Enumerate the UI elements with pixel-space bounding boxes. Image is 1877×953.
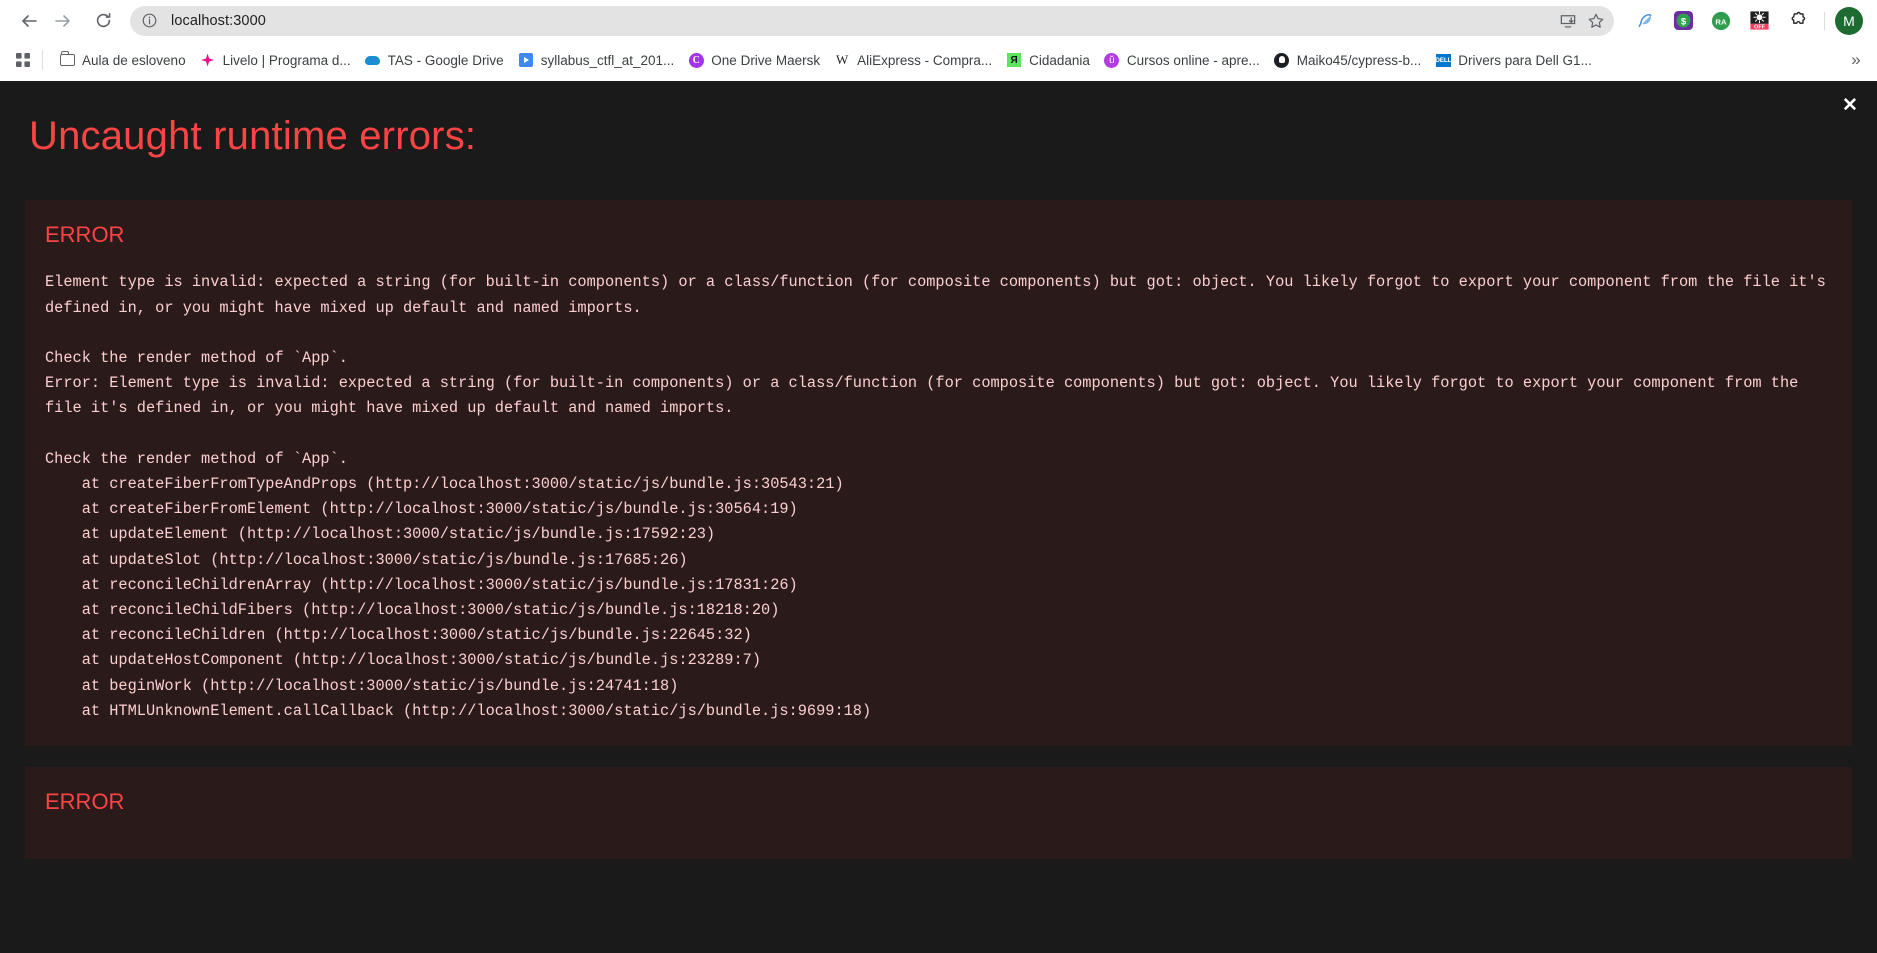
feather-extension-icon[interactable] (1630, 6, 1660, 36)
svg-text:$: $ (1680, 17, 1686, 28)
bookmark-aliexpress[interactable]: W AliExpress - Compra... (827, 47, 999, 73)
folder-icon (59, 51, 75, 68)
error-message: Element type is invalid: expected a stri… (45, 273, 1826, 468)
install-app-icon[interactable] (1554, 8, 1582, 34)
bookmarks-divider (42, 50, 43, 70)
google-drive-cloud-icon (365, 52, 381, 68)
svg-text:OFF: OFF (1754, 25, 1765, 31)
bookmark-tas-google-drive[interactable]: TAS - Google Drive (358, 47, 511, 73)
livelo-diamond-icon (200, 52, 216, 68)
info-circle-icon[interactable] (136, 8, 162, 34)
extensions-strip: $ RA OFF M (1630, 6, 1867, 36)
adblock-off-extension-icon[interactable]: OFF (1744, 6, 1774, 36)
page-title: Uncaught runtime errors: (29, 114, 477, 158)
bookmark-aula-de-esloveno[interactable]: Aula de esloveno (52, 47, 193, 73)
bookmark-cidadania[interactable]: Я Cidadania (999, 47, 1097, 73)
bookmark-github-cypress[interactable]: Maiko45/cypress-b... (1267, 47, 1429, 73)
onedrive-c-icon: C (688, 52, 704, 68)
udemy-u-icon: ŭ (1104, 52, 1120, 68)
green-note-icon: Я (1006, 52, 1022, 68)
back-button[interactable] (14, 6, 44, 36)
bookmark-label: TAS - Google Drive (387, 52, 504, 68)
url-text[interactable]: localhost:3000 (171, 13, 1554, 29)
browser-chrome: localhost:3000 $ RA OFF M Aula de eslove… (0, 0, 1877, 79)
bookmark-label: Cursos online - apre... (1126, 52, 1260, 68)
status-badge: ERROR (45, 789, 125, 815)
error-card: ERROR (25, 767, 1852, 860)
ra-extension-icon[interactable]: RA (1706, 6, 1736, 36)
svg-text:RA: RA (1715, 17, 1727, 26)
status-badge: ERROR (45, 222, 125, 247)
reload-button[interactable] (88, 6, 118, 36)
dell-icon: DELL (1435, 52, 1452, 68)
error-card: ERROR Element type is invalid: expected … (25, 200, 1852, 747)
bookmarks-overflow-button[interactable]: » (1843, 47, 1869, 73)
forward-button[interactable] (48, 6, 78, 36)
bookmark-label: One Drive Maersk (711, 52, 821, 68)
toolbar-divider (1824, 11, 1825, 30)
bookmark-livelo[interactable]: Livelo | Programa d... (193, 47, 358, 73)
browser-toolbar: localhost:3000 $ RA OFF M (0, 0, 1877, 41)
error-stack-trace[interactable]: at createFiberFromTypeAndProps (http://l… (25, 472, 1852, 724)
bookmark-label: syllabus_ctfl_at_201... (540, 52, 675, 68)
bookmark-dell-drivers[interactable]: DELL Drivers para Dell G1... (1428, 47, 1599, 73)
bookmark-cursos-online[interactable]: ŭ Cursos online - apre... (1097, 47, 1267, 73)
bookmark-label: AliExpress - Compra... (857, 52, 993, 68)
bookmark-label: Aula de esloveno (82, 52, 186, 68)
address-bar[interactable]: localhost:3000 (130, 5, 1614, 36)
avatar[interactable]: M (1835, 6, 1863, 35)
bookmark-label: Maiko45/cypress-b... (1296, 52, 1422, 68)
puzzle-extensions-icon[interactable] (1782, 6, 1812, 36)
wikipedia-w-icon: W (835, 52, 849, 67)
bookmark-label: Livelo | Programa d... (222, 52, 351, 68)
bookmark-syllabus-ctfl[interactable]: syllabus_ctfl_at_201... (511, 47, 682, 73)
apps-grid-icon[interactable] (10, 47, 36, 73)
dollar-extension-icon[interactable]: $ (1668, 6, 1698, 36)
runtime-error-overlay: ✕ Uncaught runtime errors: ERROR Element… (0, 81, 1877, 953)
github-icon (1274, 52, 1290, 68)
close-icon[interactable]: ✕ (1837, 92, 1863, 118)
error-list: ERROR Element type is invalid: expected … (25, 200, 1852, 860)
document-icon (518, 52, 534, 68)
bookmark-label: Cidadania (1029, 52, 1090, 68)
bookmark-label: Drivers para Dell G1... (1458, 52, 1592, 68)
bookmarks-bar: Aula de esloveno Livelo | Programa d... … (0, 41, 1877, 79)
star-icon[interactable] (1582, 8, 1610, 34)
bookmark-one-drive-maersk[interactable]: C One Drive Maersk (681, 47, 827, 73)
